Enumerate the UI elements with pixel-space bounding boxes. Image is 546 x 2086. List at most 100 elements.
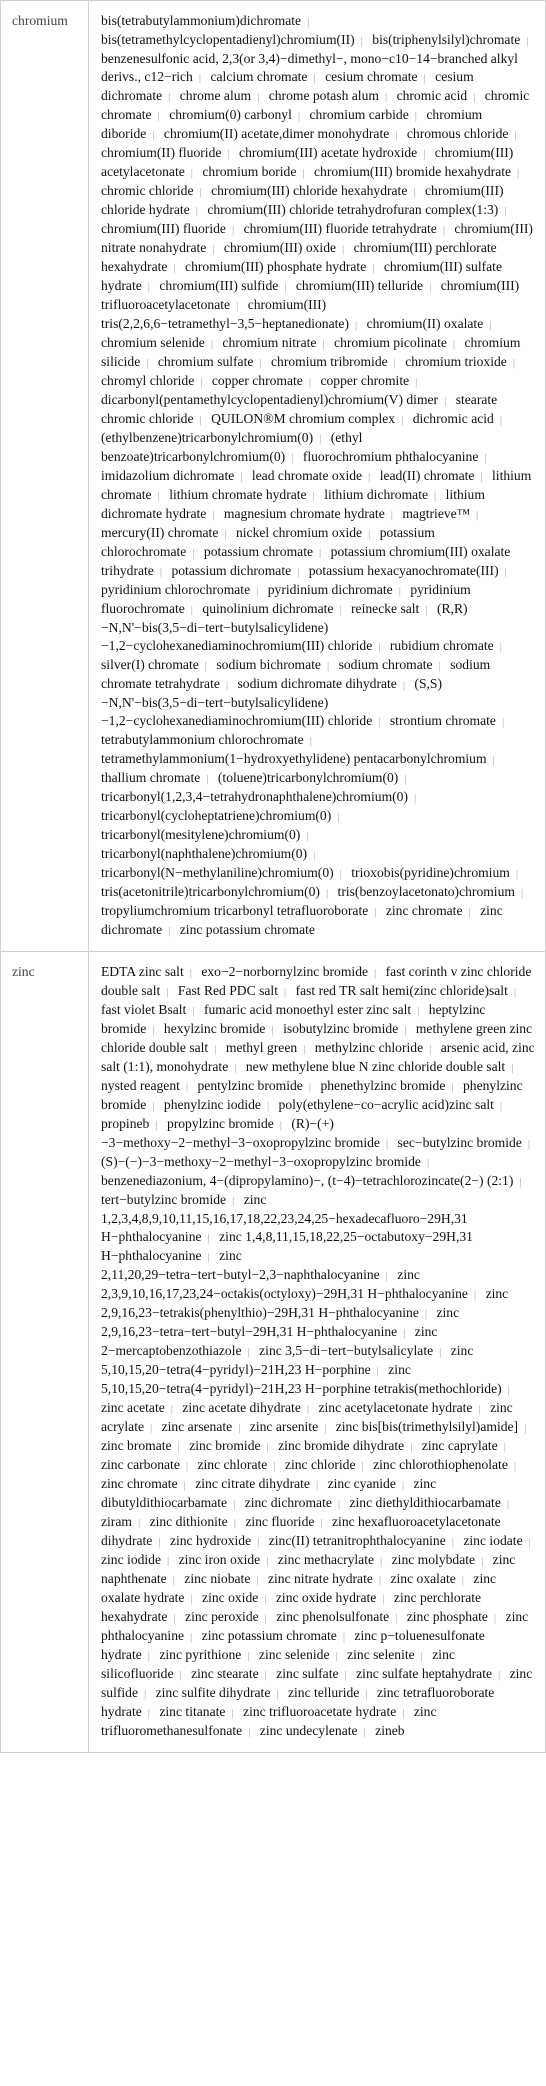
separator: | — [170, 1403, 173, 1415]
separator: | — [231, 1707, 234, 1719]
compound-item: zinc arsenite — [249, 1419, 319, 1434]
separator: | — [297, 110, 301, 122]
separator: | — [231, 224, 235, 236]
separator: | — [342, 1631, 346, 1643]
compound-item: tris(acetonitrile)tricarbonylchromium(0) — [101, 884, 320, 899]
separator: | — [190, 1631, 193, 1643]
separator: | — [315, 1479, 319, 1491]
separator: | — [200, 376, 203, 388]
separator: | — [190, 167, 193, 179]
compound-item: zinc dichromate — [244, 1495, 332, 1510]
compound-item: (toluene)tricarbonylchromium(0) — [217, 770, 399, 785]
compound-item: zinc peroxide — [185, 1609, 259, 1624]
compound-item: zinc oxalate — [390, 1571, 456, 1586]
compound-item: chromium(0) carbonyl — [169, 107, 292, 122]
compound-item: isobutylzinc bromide — [283, 1021, 399, 1036]
separator: | — [166, 986, 169, 998]
compound-item: sec−butylzinc bromide — [397, 1135, 522, 1150]
separator: | — [498, 1669, 501, 1681]
separator: | — [206, 773, 209, 785]
separator: | — [414, 792, 417, 804]
separator: | — [473, 91, 476, 103]
compound-item: zinc molybdate — [391, 1552, 476, 1567]
compound-item: propineb — [101, 1116, 150, 1131]
compound-item: fast violet Bsalt — [101, 1002, 187, 1017]
compound-item: zinc methacrylate — [277, 1552, 375, 1567]
compound-item: chromium(III) bromide hexahydrate — [314, 164, 512, 179]
compound-item: zinc carbonate — [101, 1457, 180, 1472]
separator: | — [444, 395, 447, 407]
separator: | — [520, 887, 524, 899]
separator: | — [173, 1612, 176, 1624]
compound-item: EDTA zinc salt — [101, 964, 184, 979]
compound-item: tricarbonyl(mesitylene)chromium(0) — [101, 827, 301, 842]
separator: | — [390, 509, 393, 521]
compound-item: sodium bichromate — [216, 657, 321, 672]
compound-list: bis(tetrabutylammonium)dichromate | bis(t… — [88, 0, 546, 952]
compound-item: tris(benzoylacetonato)chromium — [337, 884, 515, 899]
separator: | — [519, 1176, 522, 1188]
separator: | — [177, 1441, 180, 1453]
compound-item: chrome alum — [179, 88, 252, 103]
separator: | — [438, 660, 441, 672]
compound-item: zinc acetate dihydrate — [182, 1400, 301, 1415]
compound-item: chromium(III) acetate hydroxide — [239, 145, 418, 160]
separator: | — [424, 1308, 428, 1320]
compound-item: Fast Red PDC salt — [177, 983, 278, 998]
table-row-chromium: chromium bis(tetrabutylammonium)dichromat… — [0, 0, 546, 952]
separator: | — [159, 566, 163, 578]
separator: | — [342, 243, 345, 255]
separator: | — [526, 35, 529, 47]
separator: | — [404, 1024, 407, 1036]
separator: | — [374, 906, 377, 918]
separator: | — [224, 528, 227, 540]
separator: | — [378, 1574, 382, 1586]
compound-item: zinc sulfate — [276, 1666, 339, 1681]
compound-item: exo−2−norbornylzinc bromide — [201, 964, 369, 979]
separator: | — [385, 1270, 388, 1282]
separator: | — [210, 338, 214, 350]
separator: | — [256, 585, 259, 597]
separator: | — [372, 262, 375, 274]
compound-item: chromium boride — [202, 164, 297, 179]
separator: | — [527, 1138, 531, 1150]
compound-item: ziram — [101, 1514, 132, 1529]
separator: | — [247, 1346, 250, 1358]
compound-item: quinolinium dichromate — [202, 601, 334, 616]
compound-item: zinc sulfite dihydrate — [155, 1685, 271, 1700]
compound-item: tricarbonyl(cycloheptatriene)chromium(0) — [101, 808, 332, 823]
compound-item: chromium(II) fluoride — [101, 145, 222, 160]
compound-item: zinc acetate — [101, 1400, 165, 1415]
separator: | — [152, 129, 155, 141]
separator: | — [378, 716, 381, 728]
separator: | — [393, 357, 396, 369]
separator: | — [189, 967, 192, 979]
separator: | — [395, 1612, 398, 1624]
separator: | — [152, 1100, 155, 1112]
compound-item: imidazolium dichromate — [101, 468, 235, 483]
separator: | — [384, 91, 388, 103]
separator: | — [185, 1460, 189, 1472]
compound-item: zinc chromate — [385, 903, 463, 918]
compound-item: chromic acid — [396, 88, 468, 103]
separator: | — [168, 925, 171, 937]
separator: | — [468, 906, 471, 918]
compound-item: chromium(III) fluoride tetrahydrate — [243, 221, 437, 236]
compound-item: zinc phosphate — [406, 1609, 488, 1624]
separator: | — [302, 167, 305, 179]
separator: | — [150, 1422, 153, 1434]
compound-item: potassium dichromate — [171, 563, 292, 578]
separator: | — [368, 528, 371, 540]
separator: | — [232, 1195, 235, 1207]
compound-item: zinc chlorothiophenolate — [373, 1457, 508, 1472]
compound-item: pentylzinc bromide — [197, 1078, 303, 1093]
separator: | — [279, 1119, 282, 1131]
compound-item: chromium nitrate — [222, 335, 317, 350]
separator: | — [417, 1005, 420, 1017]
separator: | — [414, 110, 417, 122]
separator: | — [398, 585, 401, 597]
compound-item: QUILON®M chromium complex — [211, 411, 396, 426]
separator: | — [320, 1517, 323, 1529]
compound-item: tricarbonyl(N−methylaniline)chromium(0) — [101, 865, 334, 880]
separator: | — [137, 1517, 141, 1529]
